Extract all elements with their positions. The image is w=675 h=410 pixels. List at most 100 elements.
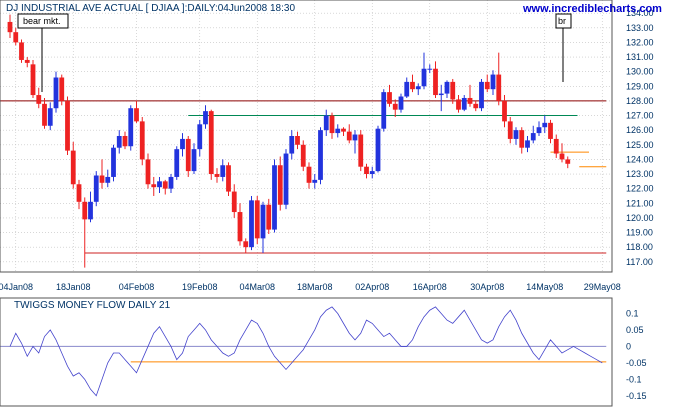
candle-body [185, 138, 191, 172]
candle-body [375, 128, 381, 172]
price-y-tick-label: 129.00 [626, 81, 654, 91]
candle-body [473, 103, 479, 109]
price-x-tick-label: 19Feb08 [182, 282, 218, 292]
candle-body [191, 149, 197, 172]
candle-body [415, 86, 421, 90]
price-x-tick-label: 04Jan08 [0, 282, 33, 292]
candle-body [335, 128, 341, 134]
candle-body [128, 108, 134, 147]
money-flow-y-tick-label: 0 [626, 341, 631, 351]
candle-body [19, 42, 24, 60]
price-x-tick-label: 02Apr08 [355, 282, 389, 292]
candle-body [157, 181, 162, 188]
candle-body [116, 136, 122, 148]
candle-body [398, 96, 404, 110]
candle-body [59, 77, 65, 101]
candle-body [306, 166, 312, 183]
price-y-tick-label: 117.00 [626, 257, 653, 267]
candle-body [36, 95, 42, 104]
candle-body [243, 241, 249, 248]
candle-body [214, 174, 220, 177]
price-y-tick-label: 128.00 [626, 96, 654, 106]
chart-canvas: 117.00 118.00 119.00 120.00 121.00 122.00 123.… [0, 0, 675, 410]
candle-body [53, 77, 59, 109]
candle-body [220, 165, 226, 177]
candle-body [105, 176, 111, 183]
candle-body [168, 176, 174, 189]
price-y-tick-label: 130.00 [626, 67, 654, 77]
candle-body [381, 92, 387, 129]
price-y-tick-label: 133.00 [626, 23, 654, 33]
price-y-tick-label: 119.00 [626, 228, 653, 238]
candle-body [421, 68, 427, 87]
candle-body [329, 115, 335, 134]
candle-body [519, 130, 525, 148]
candle-body [461, 97, 467, 110]
candle-body [438, 93, 444, 96]
candle-body [231, 191, 237, 213]
candle-body [139, 121, 145, 160]
candle-body [387, 92, 392, 104]
candle-body [502, 100, 507, 122]
candle-body [364, 166, 369, 175]
candle-body [312, 179, 318, 183]
site-link[interactable]: www.incrediblecharts.com [522, 3, 662, 15]
candle-body [346, 131, 352, 141]
money-flow-title: TWIGGS MONEY FLOW DAILY 21 [14, 300, 171, 311]
money-flow-y-tick-label: -0.05 [626, 358, 647, 368]
annotation-bear-market-label: bear mkt. [23, 16, 61, 26]
candle-body [283, 153, 289, 205]
chart-title: DJ INDUSTRIAL AVE ACTUAL [ DJIAA ]:DAILY… [6, 3, 295, 14]
candle-body [392, 103, 398, 110]
price-y-tick-label: 124.00 [626, 154, 654, 164]
price-y-tick-label: 122.00 [626, 184, 654, 194]
candle-body [496, 74, 502, 101]
candle-body [65, 100, 70, 151]
candle-body [7, 21, 13, 33]
candle-body [226, 165, 231, 192]
price-y-tick-label: 132.00 [626, 37, 654, 47]
candle-body [70, 150, 76, 185]
candle-body [272, 165, 277, 230]
candle-body [174, 149, 180, 177]
candle-body [450, 81, 456, 100]
price-y-tick-label: 120.00 [626, 213, 654, 223]
money-flow-y-tick-label: 0.05 [626, 325, 644, 335]
candle-body [444, 81, 450, 94]
candle-body [93, 175, 99, 202]
candle-body [134, 108, 139, 122]
candle-body [13, 32, 19, 43]
candle-body [122, 136, 128, 147]
candle-body [565, 159, 571, 164]
candle-body [151, 184, 157, 188]
candle-body [82, 201, 88, 220]
annotation-br-label: br [558, 16, 566, 26]
candle-body [548, 122, 553, 139]
candle-body [88, 201, 93, 220]
price-x-tick-label: 16Apr08 [413, 282, 447, 292]
candle-body [208, 111, 214, 175]
candle-body [410, 81, 415, 90]
price-y-tick-label: 118.00 [626, 242, 653, 252]
candle-body [484, 81, 490, 90]
candle-body [525, 140, 530, 148]
price-y-tick-label: 123.00 [626, 169, 654, 179]
candle-body [404, 81, 410, 97]
candle-body [180, 138, 185, 150]
price-x-tick-label: 14May08 [526, 282, 563, 292]
candle-body [76, 184, 82, 202]
price-x-tick-label: 04Feb08 [119, 282, 155, 292]
money-flow-y-tick-label: 0.1 [626, 309, 639, 319]
candle-body [295, 136, 300, 145]
candle-body [536, 127, 542, 134]
candle-body [352, 134, 358, 141]
candle-body [490, 74, 496, 90]
candle-body [249, 200, 254, 248]
candle-body [145, 159, 151, 185]
price-x-tick-label: 29May08 [584, 282, 621, 292]
candle-body [47, 108, 53, 126]
candle-body [323, 115, 329, 131]
candle-body [289, 136, 295, 154]
price-x-tick-label: 30Apr08 [470, 282, 504, 292]
candle-body [266, 204, 272, 230]
